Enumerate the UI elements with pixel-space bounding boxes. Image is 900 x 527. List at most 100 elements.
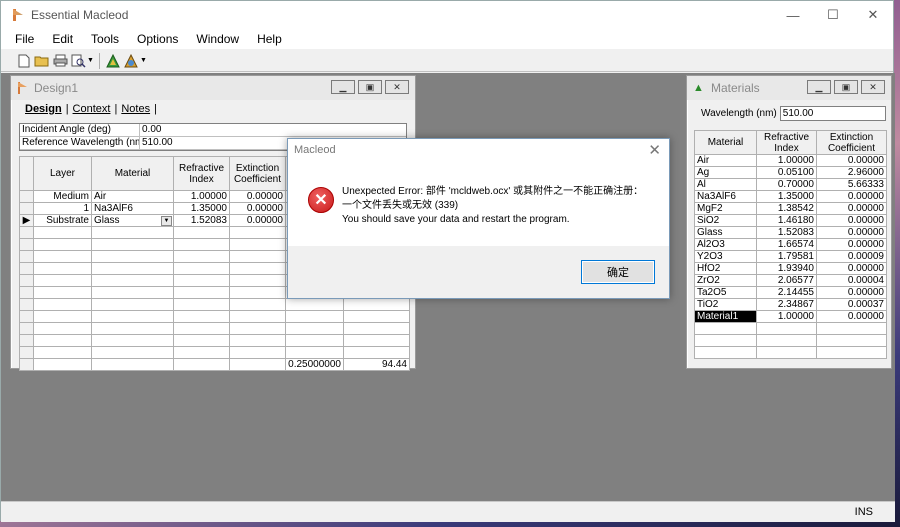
extinction-coefficient-cell[interactable]: 0.00000 — [816, 226, 887, 239]
table-cell[interactable] — [33, 250, 92, 263]
table-row[interactable]: MgF2 1.38542 0.00000 — [694, 202, 887, 215]
table-row[interactable]: TiO2 2.34867 0.00037 — [694, 298, 887, 311]
row-selector[interactable] — [19, 262, 34, 275]
table-cell[interactable] — [229, 226, 286, 239]
design-tool-icon[interactable] — [104, 52, 122, 70]
extinction-coefficient-cell[interactable]: 2.96000 — [816, 166, 887, 179]
table-cell[interactable] — [343, 298, 410, 311]
refractive-index-cell[interactable]: 1.79581 — [756, 250, 817, 263]
table-cell[interactable] — [343, 310, 410, 323]
tab-context[interactable]: Context — [69, 103, 115, 115]
table-cell[interactable] — [285, 346, 344, 359]
table-cell[interactable] — [173, 286, 230, 299]
refractive-index-cell[interactable]: 1.52083 — [756, 226, 817, 239]
extinction-coefficient-cell[interactable]: 0.00004 — [816, 274, 887, 287]
tab-design[interactable]: Design — [21, 103, 66, 115]
extinction-coefficient-cell[interactable]: 0.00000 — [229, 202, 286, 215]
table-row[interactable] — [19, 310, 410, 323]
table-row[interactable]: Air 1.00000 0.00000 — [694, 154, 887, 167]
material-name-cell[interactable]: HfO2 — [694, 262, 757, 275]
refractive-index-cell[interactable]: 0.70000 — [756, 178, 817, 191]
table-row[interactable]: HfO2 1.93940 0.00000 — [694, 262, 887, 275]
maximize-button[interactable]: ☐ — [813, 1, 853, 29]
table-cell[interactable] — [91, 346, 174, 359]
extinction-coefficient-cell[interactable]: 0.00009 — [816, 250, 887, 263]
table-row[interactable]: SiO2 1.46180 0.00000 — [694, 214, 887, 227]
table-cell[interactable] — [33, 274, 92, 287]
extinction-coefficient-cell[interactable]: 0.00000 — [816, 202, 887, 215]
material-name-cell[interactable]: SiO2 — [694, 214, 757, 227]
extinction-coefficient-cell[interactable]: 0.00000 — [816, 286, 887, 299]
row-selector[interactable] — [19, 310, 34, 323]
table-cell[interactable] — [91, 274, 174, 287]
refractive-index-cell[interactable]: 1.00000 — [756, 154, 817, 167]
materials-minimize-button[interactable]: ▁ — [807, 80, 831, 94]
table-cell[interactable] — [173, 262, 230, 275]
column-header-refractive-index[interactable]: Refractive Index — [756, 130, 817, 155]
column-header-extinction-coefficient[interactable]: Extinction Coefficient — [816, 130, 887, 155]
table-cell[interactable] — [173, 334, 230, 347]
incident-angle-field[interactable]: 0.00 — [140, 124, 161, 136]
refractive-index-cell[interactable]: 1.46180 — [756, 214, 817, 227]
table-cell[interactable] — [756, 334, 817, 347]
material-dropdown[interactable]: Glass ▼ — [91, 214, 174, 227]
table-row[interactable]: Ta2O5 2.14455 0.00000 — [694, 286, 887, 299]
row-selector[interactable] — [19, 346, 34, 359]
row-selector[interactable] — [19, 274, 34, 287]
material-name-cell[interactable]: Glass — [694, 226, 757, 239]
table-cell[interactable] — [91, 226, 174, 239]
table-row[interactable] — [694, 334, 887, 347]
extinction-coefficient-cell[interactable]: 0.00000 — [229, 190, 286, 203]
table-cell[interactable] — [229, 274, 286, 287]
new-file-icon[interactable] — [15, 52, 33, 70]
material-name-cell[interactable]: Al — [694, 178, 757, 191]
row-selector[interactable] — [19, 334, 34, 347]
layer-cell[interactable]: Substrate — [33, 214, 92, 227]
table-row[interactable]: Al 0.70000 5.66333 — [694, 178, 887, 191]
table-cell[interactable] — [33, 238, 92, 251]
table-row[interactable] — [694, 322, 887, 335]
row-selector[interactable] — [19, 322, 34, 335]
refractive-index-cell[interactable]: 1.35000 — [173, 202, 230, 215]
table-row[interactable]: Na3AlF6 1.35000 0.00000 — [694, 190, 887, 203]
menu-help[interactable]: Help — [255, 31, 284, 47]
extinction-coefficient-cell[interactable]: 0.00000 — [816, 262, 887, 275]
design-minimize-button[interactable]: ▁ — [331, 80, 355, 94]
refractive-index-cell[interactable]: 1.35000 — [756, 190, 817, 203]
material-name-cell[interactable]: Ta2O5 — [694, 286, 757, 299]
table-cell[interactable] — [33, 286, 92, 299]
table-cell[interactable] — [229, 262, 286, 275]
table-row[interactable]: Al2O3 1.66574 0.00000 — [694, 238, 887, 251]
material-cell[interactable]: Na3AlF6 — [91, 202, 174, 215]
table-cell[interactable] — [694, 322, 757, 335]
material-name-cell[interactable]: Al2O3 — [694, 238, 757, 251]
table-cell[interactable] — [756, 322, 817, 335]
reference-wavelength-field[interactable]: 510.00 — [140, 137, 173, 149]
table-row-selected[interactable]: Material1 1.00000 0.00000 — [694, 310, 887, 323]
layer-cell[interactable]: 1 — [33, 202, 92, 215]
row-selector[interactable] — [19, 250, 34, 263]
row-selector[interactable] — [19, 190, 34, 203]
table-cell[interactable] — [91, 298, 174, 311]
extinction-coefficient-cell[interactable]: 0.00000 — [816, 310, 887, 323]
table-row[interactable] — [694, 346, 887, 359]
table-cell[interactable] — [816, 322, 887, 335]
material-cell[interactable]: Air — [91, 190, 174, 203]
table-cell[interactable] — [816, 334, 887, 347]
table-cell[interactable] — [33, 298, 92, 311]
table-row[interactable]: Glass 1.52083 0.00000 — [694, 226, 887, 239]
table-cell[interactable] — [33, 346, 92, 359]
table-cell[interactable] — [229, 250, 286, 263]
table-cell[interactable] — [229, 238, 286, 251]
extinction-coefficient-cell[interactable]: 0.00037 — [816, 298, 887, 311]
table-cell[interactable] — [343, 346, 410, 359]
column-header-layer[interactable]: Layer — [33, 156, 92, 191]
ok-button[interactable]: 确定 — [581, 260, 655, 284]
table-cell[interactable] — [285, 310, 344, 323]
table-cell[interactable] — [33, 262, 92, 275]
table-cell[interactable] — [91, 322, 174, 335]
open-folder-icon[interactable] — [33, 52, 51, 70]
table-cell[interactable] — [343, 334, 410, 347]
table-cell[interactable] — [33, 226, 92, 239]
table-row[interactable] — [19, 334, 410, 347]
